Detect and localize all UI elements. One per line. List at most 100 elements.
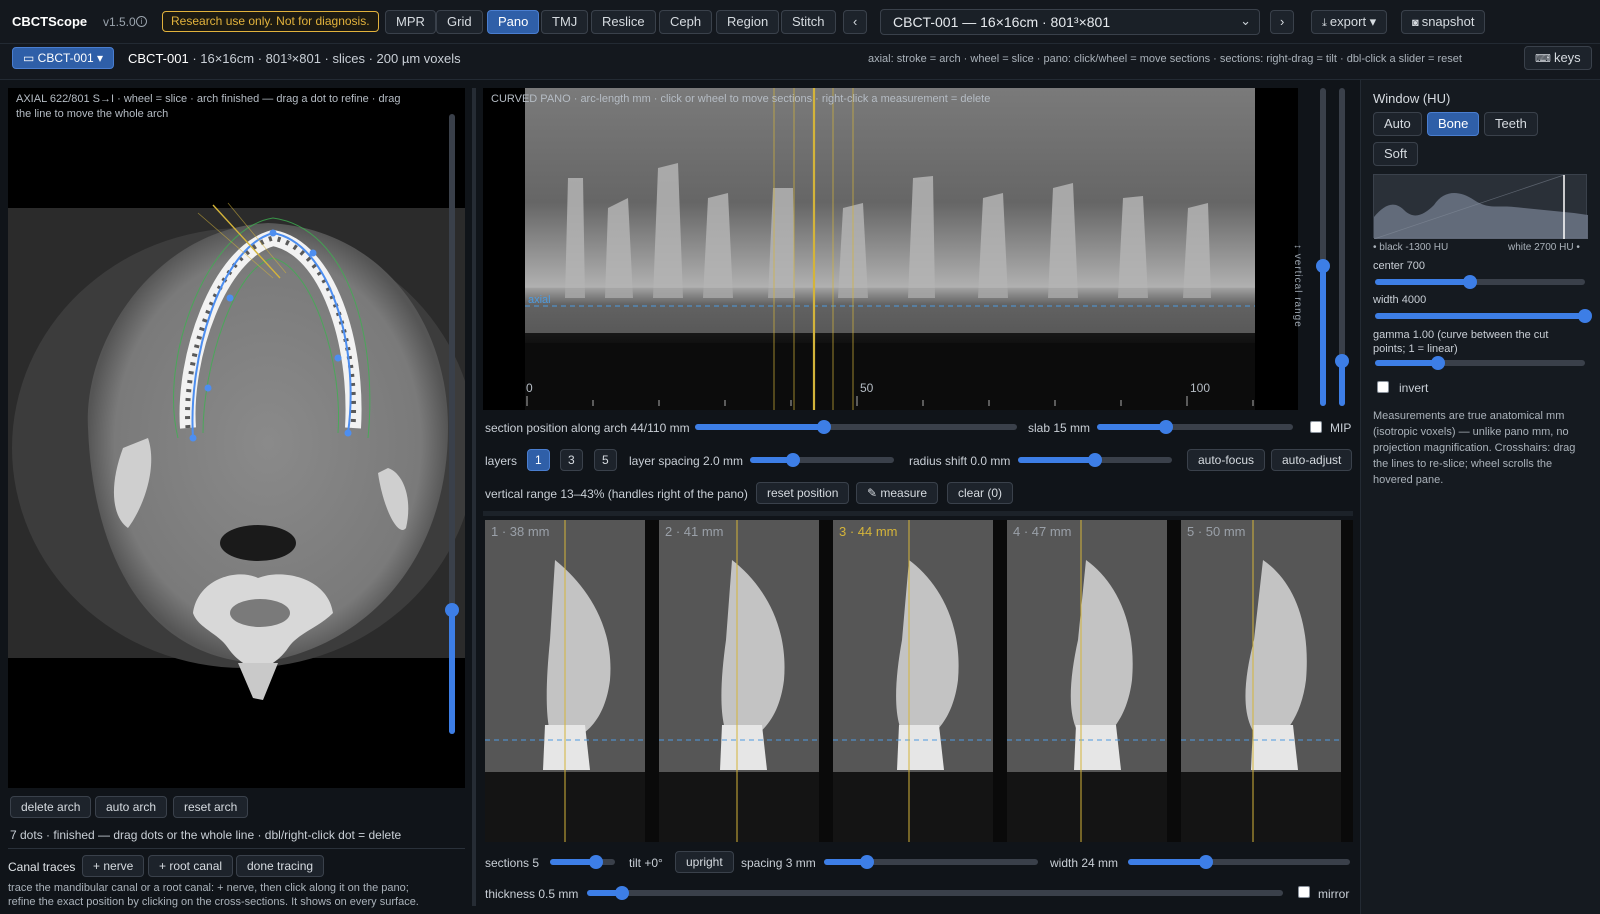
cross-sections: 1 · 38 mm 2 · 41 mm 3 · 44 mm 4 · 47 mm 5 · … [485, 520, 1353, 842]
mode-mpr[interactable]: MPR [385, 10, 436, 34]
upright-button[interactable]: upright [675, 851, 734, 873]
auto-adjust-button[interactable]: auto-adjust [1271, 449, 1353, 471]
mode-grid[interactable]: Grid [436, 10, 483, 34]
camera-icon: ◙ [1412, 17, 1422, 29]
slab-knob[interactable] [1158, 420, 1173, 434]
layer-spacing-slider[interactable] [750, 453, 894, 467]
cross-section-5[interactable]: 5 · 50 mm [1181, 520, 1341, 842]
cross-section-label: 4 · 47 mm [1013, 524, 1072, 539]
measure-button[interactable]: ✎ measure [856, 482, 939, 504]
width-slider[interactable] [1375, 309, 1592, 323]
preset-soft[interactable]: Soft [1373, 142, 1419, 166]
cross-section-4[interactable]: 4 · 47 mm [1007, 520, 1167, 842]
mode-reslice[interactable]: Reslice [591, 10, 656, 34]
study-select-value: CBCT-001 — 16×16cm · 801³×801 [893, 14, 1111, 30]
radius-shift-label: radius shift 0.0 mm [909, 454, 1011, 468]
spacing-knob[interactable] [859, 855, 874, 869]
case-chip-label: CBCT-001 ▾ [37, 51, 104, 65]
mode-stitch[interactable]: Stitch [781, 10, 836, 34]
vertical-range-high-slider[interactable] [1335, 88, 1349, 406]
mode-tmj[interactable]: TMJ [541, 10, 589, 34]
axial-view[interactable]: AXIAL 622/801 S→I · wheel = slice · arch… [8, 88, 465, 788]
slab-slider[interactable] [1097, 420, 1293, 434]
thickness-knob[interactable] [614, 886, 629, 900]
axial-overlay-line1: AXIAL 622/801 S→I · wheel = slice · arch… [16, 93, 401, 105]
gamma-fill [1375, 360, 1438, 366]
prev-study-button[interactable]: ‹ [843, 10, 868, 34]
section-width-slider[interactable] [1128, 855, 1350, 869]
pano-tick-100: 100 [1190, 381, 1211, 395]
sections-count-slider[interactable] [550, 855, 615, 869]
left-splitter[interactable] [472, 88, 476, 906]
invert-label: invert [1399, 381, 1429, 395]
layer-spacing-knob[interactable] [786, 453, 801, 467]
auto-focus-button[interactable]: auto-focus [1187, 449, 1266, 471]
invert-checkbox[interactable] [1377, 381, 1389, 393]
layer-spacing-label: layer spacing 2.0 mm [629, 454, 744, 468]
sections-count-knob[interactable] [588, 855, 603, 869]
pano-view[interactable]: CURVED PANO · arc-length mm · click or w… [483, 88, 1298, 410]
cross-section-2[interactable]: 2 · 41 mm [659, 520, 819, 842]
cross-section-image [1007, 520, 1167, 842]
app-name: CBCTScope [12, 14, 88, 29]
add-nerve-button[interactable]: + nerve [82, 855, 145, 877]
hu-histogram[interactable] [1373, 174, 1588, 239]
cross-section-image [659, 520, 819, 842]
clear-measurements-button[interactable]: clear (0) [947, 482, 1014, 504]
delete-arch-button[interactable]: delete arch [10, 796, 92, 818]
slab-fill [1097, 424, 1166, 430]
section-width-knob[interactable] [1198, 855, 1213, 869]
auto-arch-button[interactable]: auto arch [95, 796, 168, 818]
vertical-range-low-slider[interactable] [1316, 88, 1330, 406]
vertical-range-low-fill [1320, 266, 1326, 406]
axial-slice-fill [449, 610, 455, 734]
reset-position-button[interactable]: reset position [756, 482, 850, 504]
spacing-slider[interactable] [824, 855, 1038, 869]
mode-ceph[interactable]: Ceph [659, 10, 713, 34]
layers-3-button[interactable]: 3 [560, 449, 583, 471]
keys-button[interactable]: ⌨ keys [1524, 46, 1592, 70]
mode-pano[interactable]: Pano [487, 10, 540, 34]
pano-tick-50: 50 [860, 381, 874, 395]
next-study-button[interactable]: › [1270, 10, 1295, 34]
add-root-canal-button[interactable]: + root canal [148, 855, 234, 877]
mip-checkbox[interactable] [1310, 421, 1322, 433]
info-icon[interactable]: i [136, 16, 147, 27]
snapshot-button[interactable]: ◙ snapshot [1401, 10, 1486, 34]
center-slider[interactable] [1375, 275, 1585, 289]
center-knob[interactable] [1462, 275, 1477, 289]
width-knob[interactable] [1578, 309, 1592, 323]
preset-auto[interactable]: Auto [1373, 112, 1422, 136]
cross-section-1[interactable]: 1 · 38 mm [485, 520, 645, 842]
export-button[interactable]: ⤓ export ▾ [1311, 10, 1388, 34]
pano-tick-0: 0 [526, 381, 533, 395]
study-select[interactable]: CBCT-001 — 16×16cm · 801³×801 ⌄ [880, 9, 1260, 35]
axial-slice-slider[interactable] [445, 114, 459, 734]
reset-arch-button[interactable]: reset arch [173, 796, 249, 818]
gamma-slider[interactable] [1375, 356, 1585, 370]
section-position-knob[interactable] [816, 420, 831, 434]
vertical-range-low-knob[interactable] [1316, 259, 1330, 274]
layers-1-button[interactable]: 1 [527, 449, 550, 471]
preset-bone[interactable]: Bone [1427, 112, 1480, 136]
cross-section-3[interactable]: 3 · 44 mm [833, 520, 993, 842]
thickness-slider[interactable] [587, 886, 1283, 900]
case-chip[interactable]: ▭ CBCT-001 ▾ [12, 47, 115, 69]
canal-help-line1: trace the mandibular canal or a root can… [8, 882, 409, 894]
radius-shift-slider[interactable] [1018, 453, 1172, 467]
export-label: export ▾ [1329, 14, 1377, 29]
preset-teeth[interactable]: Teeth [1484, 112, 1538, 136]
cross-section-label: 1 · 38 mm [491, 524, 550, 539]
done-tracing-button[interactable]: done tracing [236, 855, 325, 877]
mode-region[interactable]: Region [716, 10, 780, 34]
gamma-knob[interactable] [1431, 356, 1445, 370]
layers-5-button[interactable]: 5 [594, 449, 617, 471]
section-position-slider[interactable] [695, 420, 1017, 434]
hu-black-label: • black -1300 HU [1373, 242, 1449, 253]
axial-slice-knob[interactable] [445, 603, 459, 617]
radius-shift-knob[interactable] [1088, 453, 1102, 467]
mirror-checkbox[interactable] [1298, 886, 1310, 898]
sections-count-label: sections 5 [485, 856, 540, 870]
download-icon: ⤓ [1322, 17, 1330, 29]
vertical-range-high-knob[interactable] [1335, 354, 1349, 369]
